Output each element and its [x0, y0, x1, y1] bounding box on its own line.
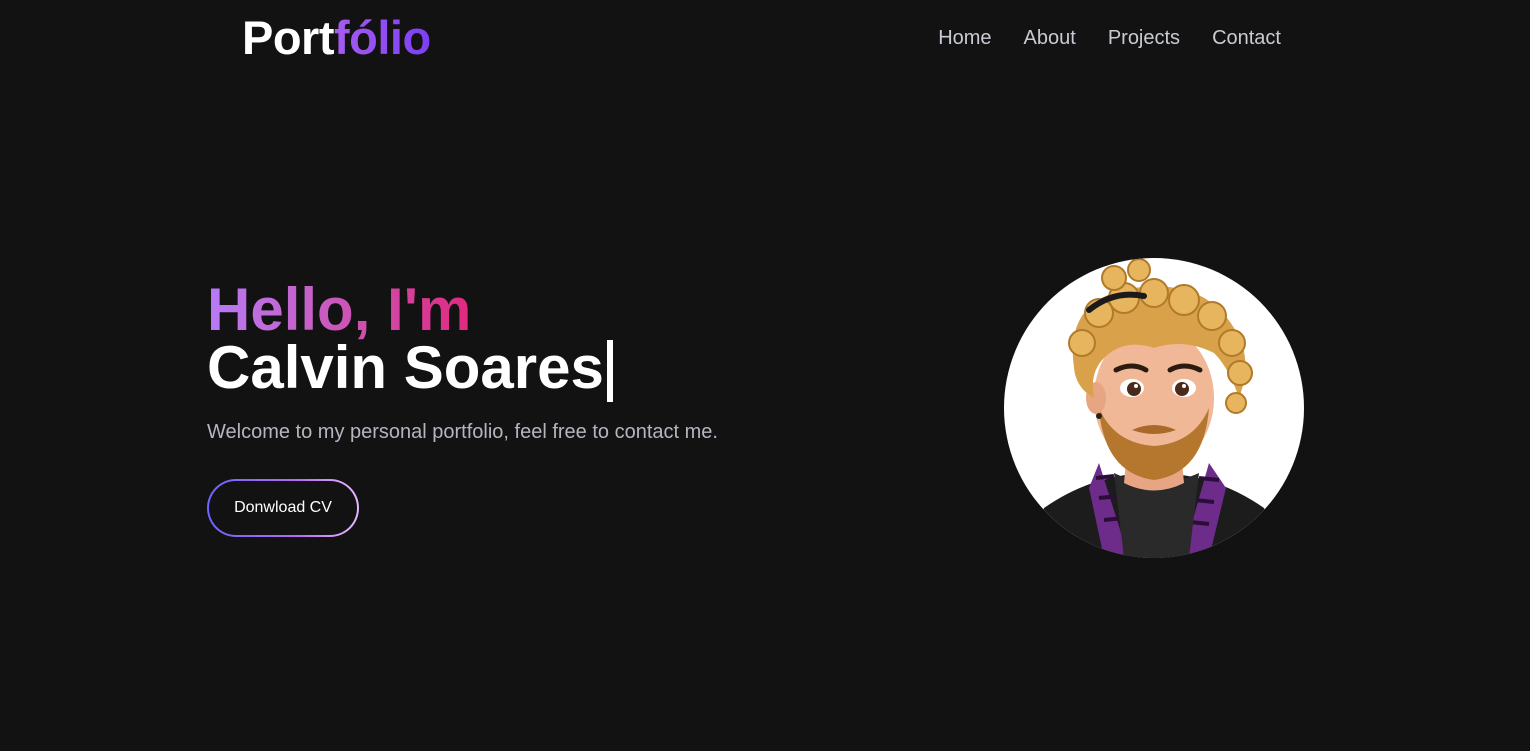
hero-name-line: Calvin Soares: [207, 338, 718, 402]
main-nav: Home About Projects Contact: [938, 24, 1281, 52]
logo-text-accent: fólio: [334, 11, 431, 64]
download-cv-button[interactable]: Donwload CV: [207, 479, 359, 537]
download-cv-label: Donwload CV: [209, 481, 357, 535]
nav-link-projects[interactable]: Projects: [1108, 24, 1180, 52]
portfolio-page: Portfólio Home About Projects Contact He…: [0, 0, 1530, 751]
hero-tagline: Welcome to my personal portfolio, feel f…: [207, 421, 718, 443]
avatar-illustration-icon: [1024, 258, 1284, 558]
nav-link-home[interactable]: Home: [938, 24, 991, 52]
logo-text-main: Port: [242, 11, 335, 64]
nav-link-about[interactable]: About: [1024, 24, 1076, 52]
hero-greeting: Hello, I'm: [207, 276, 472, 343]
typing-caret: [606, 340, 613, 402]
profile-avatar: [1004, 258, 1304, 558]
site-logo[interactable]: Portfólio: [242, 10, 431, 66]
nav-link-contact[interactable]: Contact: [1212, 24, 1281, 52]
hero-name: Calvin Soares: [207, 334, 604, 401]
hero-section: Hello, I'm Calvin Soares Welcome to my p…: [207, 278, 718, 446]
